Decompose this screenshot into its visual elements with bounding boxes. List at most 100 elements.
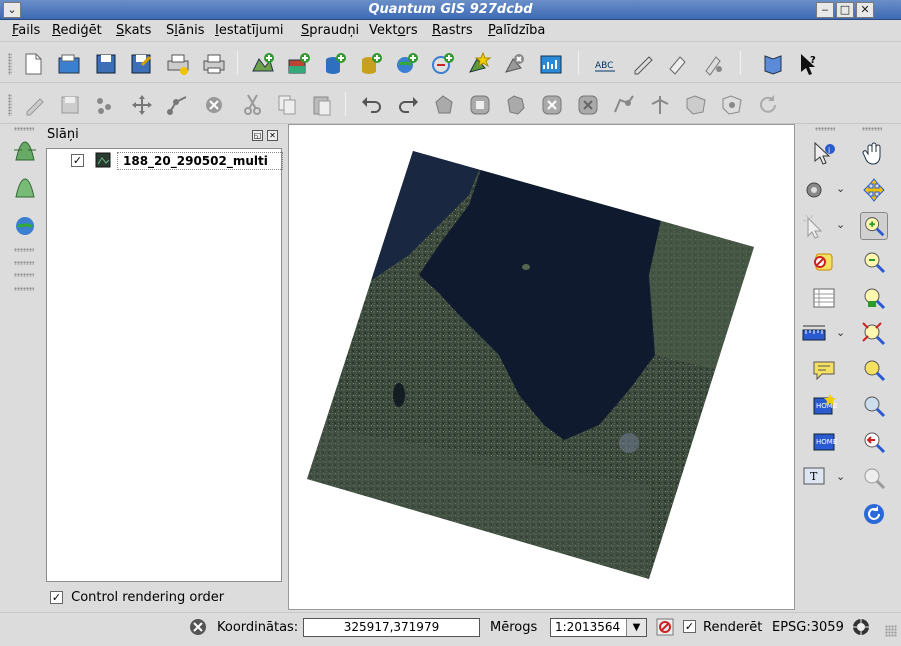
merge-attributes-icon[interactable] [719, 92, 745, 118]
zoom-to-selection-icon[interactable] [860, 284, 888, 312]
stop-render-icon[interactable] [655, 617, 675, 637]
close-panel-button[interactable]: ✕ [267, 130, 278, 141]
add-point-icon[interactable] [92, 92, 118, 118]
control-rendering-checkbox[interactable]: ✓ [50, 591, 63, 604]
pan-map-icon[interactable] [860, 140, 888, 168]
add-postgis-layer-icon[interactable] [322, 51, 348, 77]
add-raster-layer-icon[interactable] [286, 51, 312, 77]
toggle-editing-icon[interactable] [22, 92, 48, 118]
render-checkbox[interactable]: ✓ [683, 620, 696, 633]
add-spatialite-layer-icon[interactable] [358, 51, 384, 77]
undo-icon[interactable] [359, 92, 385, 118]
delete-selected-icon[interactable] [201, 92, 227, 118]
new-bookmark-icon[interactable]: HOME [810, 392, 838, 420]
new-shapefile-icon[interactable] [466, 51, 492, 77]
menu-item-4[interactable]: Iestatījumi [215, 23, 284, 38]
close-button[interactable]: ✕ [856, 2, 874, 18]
save-project-icon[interactable] [93, 51, 119, 77]
zoom-out-icon[interactable] [860, 248, 888, 276]
print-icon[interactable] [201, 51, 227, 77]
feature-action-dropdown[interactable]: ⌄ [836, 182, 845, 195]
menu-item-3[interactable]: Slānis [166, 23, 204, 38]
add-part-icon[interactable] [503, 92, 529, 118]
zoom-next-icon[interactable] [860, 428, 888, 456]
annotation-dropdown[interactable]: ⌄ [836, 470, 845, 483]
layer-item[interactable]: ✓ [71, 153, 84, 169]
node-tool-icon[interactable] [165, 92, 191, 118]
merge-features-icon[interactable] [683, 92, 709, 118]
crs-label[interactable]: EPSG:3059 [772, 620, 844, 635]
rotate-symbols-icon[interactable] [755, 92, 781, 118]
refresh-icon[interactable] [860, 500, 888, 528]
add-ring-icon[interactable] [467, 92, 493, 118]
move-label-icon[interactable] [664, 51, 690, 77]
coordinate-toggle-icon[interactable] [188, 617, 208, 637]
move-feature-icon[interactable] [129, 92, 155, 118]
layer-name[interactable]: 188_20_290502_multi [117, 152, 283, 170]
menu-item-0[interactable]: Fails [12, 23, 40, 38]
copy-features-icon[interactable] [274, 92, 300, 118]
delete-ring-icon[interactable] [539, 92, 565, 118]
maximize-button[interactable]: □ [836, 2, 854, 18]
change-label-icon[interactable] [700, 51, 726, 77]
whats-this-icon[interactable]: ? [796, 51, 822, 77]
add-wfs-layer-icon[interactable] [430, 51, 456, 77]
split-features-icon[interactable] [647, 92, 673, 118]
measure-dropdown[interactable]: ⌄ [836, 326, 845, 339]
histogram-icon[interactable] [12, 175, 38, 201]
simplify-feature-icon[interactable] [431, 92, 457, 118]
chevron-down-icon[interactable]: ▼ [626, 619, 646, 636]
help-contents-icon[interactable] [760, 51, 786, 77]
paste-features-icon[interactable] [309, 92, 335, 118]
menu-item-5[interactable]: Spraudņi [301, 23, 359, 38]
resize-grip[interactable] [885, 625, 897, 637]
print-composer-icon[interactable] [165, 51, 191, 77]
pan-to-selection-icon[interactable] [860, 176, 888, 204]
cut-features-icon[interactable] [240, 92, 266, 118]
menu-item-8[interactable]: Palīdzība [488, 23, 545, 38]
select-features-icon[interactable] [800, 212, 828, 240]
reshape-features-icon[interactable] [611, 92, 637, 118]
scale-combobox[interactable]: 1:2013564 ▼ [550, 618, 647, 637]
deselect-features-icon[interactable] [810, 248, 838, 276]
remove-layer-icon[interactable] [502, 51, 528, 77]
minimize-button[interactable]: ‒ [816, 2, 834, 18]
histogram-stretch-icon[interactable] [12, 138, 38, 164]
run-feature-action-icon[interactable] [800, 176, 828, 204]
redo-icon[interactable] [395, 92, 421, 118]
new-spatialite-layer-icon[interactable] [538, 51, 564, 77]
layer-visibility-checkbox[interactable]: ✓ [71, 154, 84, 167]
zoom-to-layer-icon[interactable] [860, 356, 888, 384]
zoom-actual-size-icon[interactable] [860, 464, 888, 492]
save-edits-icon[interactable] [57, 92, 83, 118]
text-annotation-icon[interactable]: T [800, 464, 828, 492]
projection-icon[interactable] [851, 617, 871, 637]
show-bookmarks-icon[interactable]: HOME [810, 428, 838, 456]
menu-item-7[interactable]: Rastrs [432, 23, 473, 38]
map-tips-icon[interactable] [810, 356, 838, 384]
float-panel-button[interactable]: ◱ [252, 130, 263, 141]
add-wms-layer-icon[interactable] [394, 51, 420, 77]
attribute-table-icon[interactable] [810, 284, 838, 312]
zoom-last-icon[interactable] [860, 392, 888, 420]
menu-item-2[interactable]: Skats [116, 23, 151, 38]
identify-features-icon[interactable]: i [810, 140, 838, 168]
labeling-icon[interactable]: ABC [592, 51, 618, 77]
add-vector-layer-icon[interactable] [250, 51, 276, 77]
new-project-icon[interactable] [20, 51, 46, 77]
layer-list: ✓ 188_20_290502_multi [46, 148, 283, 582]
menu-item-6[interactable]: Vektors [369, 23, 418, 38]
georeferencer-icon[interactable] [12, 213, 38, 239]
zoom-in-icon[interactable] [860, 212, 888, 240]
rotate-label-icon[interactable] [630, 51, 656, 77]
measure-line-icon[interactable] [800, 320, 828, 348]
save-as-icon[interactable] [128, 51, 154, 77]
coordinates-field[interactable]: 325917,371979 [303, 618, 480, 637]
select-dropdown[interactable]: ⌄ [836, 218, 845, 231]
zoom-full-extent-icon[interactable] [860, 320, 888, 348]
map-canvas[interactable] [288, 124, 795, 610]
menu-item-1[interactable]: Rediģēt [52, 23, 102, 38]
delete-part-icon[interactable] [575, 92, 601, 118]
open-project-icon[interactable] [56, 51, 82, 77]
control-rendering-order[interactable]: ✓ Control rendering order [50, 590, 224, 605]
